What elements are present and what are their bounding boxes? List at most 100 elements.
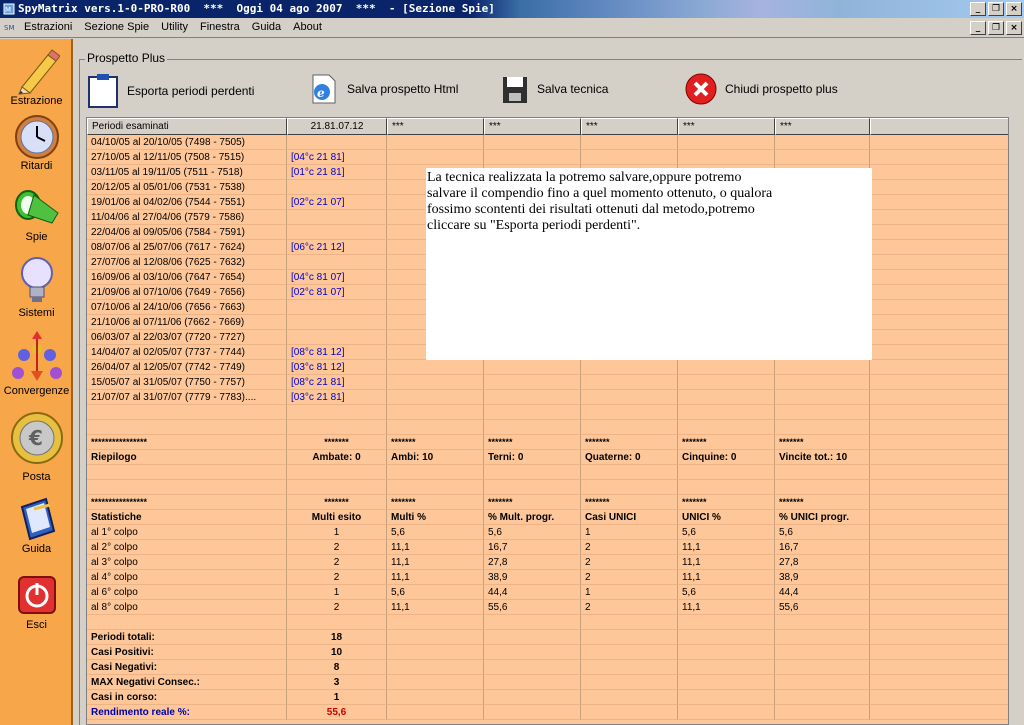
save-html-button[interactable]: e Salva prospetto Html — [309, 73, 458, 105]
save-disk-icon — [503, 77, 527, 103]
summary-row[interactable]: Casi in corso: 1 — [87, 690, 1008, 705]
table-cell — [775, 420, 870, 435]
table-cell — [87, 420, 287, 435]
blank-row[interactable] — [87, 465, 1008, 480]
table-cell: ******* — [287, 435, 387, 450]
table-cell: % UNICI progr. — [775, 510, 870, 525]
table-cell: 5,6 — [775, 525, 870, 540]
column-header-empty — [870, 118, 1008, 135]
sidebar-label-ritardi: Ritardi — [20, 160, 53, 172]
column-header[interactable]: *** — [581, 118, 678, 135]
table-cell — [484, 630, 581, 645]
column-header[interactable]: *** — [387, 118, 484, 135]
menu-guida[interactable]: Guida — [252, 21, 281, 33]
child-window-icon[interactable]: SM — [4, 21, 20, 35]
table-cell — [775, 630, 870, 645]
column-header[interactable]: 21.81.07.12 — [287, 118, 387, 135]
separator-row[interactable]: **************** ******* ******* ******* ***… — [87, 495, 1008, 510]
table-cell — [678, 135, 775, 150]
summary-row[interactable]: Casi Negativi: 8 — [87, 660, 1008, 675]
blank-row[interactable] — [87, 405, 1008, 420]
stats-row[interactable]: al 1° colpo 1 5,6 5,6 1 5,6 5,6 — [87, 525, 1008, 540]
table-cell: [03°c 81 12] — [287, 360, 387, 375]
close-prospect-button[interactable]: Chiudi prospetto plus — [685, 73, 838, 105]
stats-header-row[interactable]: Statistiche Multi esito Multi %% Mult. pro… — [87, 510, 1008, 525]
sidebar-item-spie[interactable]: Spie — [0, 187, 73, 243]
table-cell: 10 — [287, 645, 387, 660]
table-cell — [581, 420, 678, 435]
menu-finestra[interactable]: Finestra — [200, 21, 240, 33]
stats-row[interactable]: al 6° colpo 1 5,6 44,4 1 5,6 44,4 — [87, 585, 1008, 600]
blank-row[interactable] — [87, 615, 1008, 630]
group-title: Prospetto Plus — [85, 51, 168, 65]
menu-utility[interactable]: Utility — [161, 21, 188, 33]
period-row[interactable]: 21/07/07 al 31/07/07 (7779 - 7783).... [0… — [87, 390, 1008, 405]
summary-row[interactable]: Periodi totali: 18 — [87, 630, 1008, 645]
table-cell: 2 — [581, 540, 678, 555]
column-header[interactable]: Periodi esaminati — [87, 118, 287, 135]
child-minimize-button[interactable]: _ — [970, 21, 986, 35]
stats-row[interactable]: al 3° colpo 2 11,1 27,8 2 11,1 27,8 — [87, 555, 1008, 570]
table-cell: 16,7 — [484, 540, 581, 555]
table-cell — [870, 630, 1008, 645]
blank-row[interactable] — [87, 420, 1008, 435]
table-cell — [484, 675, 581, 690]
sidebar-item-posta[interactable]: € Posta — [0, 411, 73, 483]
table-cell: 1 — [581, 525, 678, 540]
table-cell — [870, 675, 1008, 690]
column-header[interactable]: *** — [678, 118, 775, 135]
table-cell: Riepilogo — [87, 450, 287, 465]
stats-row[interactable]: al 8° colpo 2 11,1 55,6 2 11,1 55,6 — [87, 600, 1008, 615]
table-cell — [678, 150, 775, 165]
separator-row[interactable]: **************** ******* ******* ******* ***… — [87, 435, 1008, 450]
stats-row[interactable]: al 4° colpo 2 11,1 38,9 2 11,1 38,9 — [87, 570, 1008, 585]
export-lost-periods-button[interactable]: Esporta periodi perdenti — [87, 73, 254, 109]
summary-row[interactable]: MAX Negativi Consec.: 3 — [87, 675, 1008, 690]
period-row[interactable]: 15/05/07 al 31/05/07 (7750 - 7757) [08°c … — [87, 375, 1008, 390]
table-cell: 8 — [287, 660, 387, 675]
table-cell: 3 — [287, 675, 387, 690]
blank-row[interactable] — [87, 480, 1008, 495]
sidebar-label-esci: Esci — [26, 619, 47, 631]
period-row[interactable]: 04/10/05 al 20/10/05 (7498 - 7505) — [87, 135, 1008, 150]
table-cell — [870, 555, 1008, 570]
table-cell — [387, 390, 484, 405]
sidebar-item-guida[interactable]: Guida — [0, 495, 73, 555]
table-cell: 03/11/05 al 19/11/05 (7511 - 7518) — [87, 165, 287, 180]
sidebar-item-esci[interactable]: Esci — [0, 575, 73, 631]
sidebar-item-ritardi[interactable]: Ritardi — [0, 114, 73, 172]
note-line: La tecnica realizzata la potremo salvare… — [427, 170, 742, 185]
sidebar-item-convergenze[interactable]: Convergenze — [0, 329, 73, 397]
minimize-button[interactable]: _ — [970, 2, 986, 16]
sidebar-item-estrazione[interactable]: Estrazione — [0, 47, 73, 107]
title-bar[interactable]: M SpyMatrix vers.1-0-PRO-R00 *** Oggi 04… — [0, 0, 1024, 18]
table-cell — [775, 660, 870, 675]
column-header[interactable]: *** — [775, 118, 870, 135]
child-restore-button[interactable]: ❐ — [988, 21, 1004, 35]
table-cell: [08°c 21 81] — [287, 375, 387, 390]
table-cell — [287, 405, 387, 420]
summary-row[interactable]: Casi Positivi: 10 — [87, 645, 1008, 660]
child-close-button[interactable]: × — [1006, 21, 1022, 35]
stats-row[interactable]: al 2° colpo 2 11,1 16,7 2 11,1 16,7 — [87, 540, 1008, 555]
table-cell: [02°c 21 07] — [287, 195, 387, 210]
period-row[interactable]: 26/04/07 al 12/05/07 (7742 - 7749) [03°c … — [87, 360, 1008, 375]
svg-text:M: M — [5, 6, 11, 14]
summary-row[interactable]: Rendimento reale %: 55,6 — [87, 705, 1008, 720]
table-cell: 21/10/06 al 07/11/06 (7662 - 7669) — [87, 315, 287, 330]
save-technique-button[interactable]: Salva tecnica — [501, 73, 608, 105]
restore-button[interactable]: ❐ — [988, 2, 1004, 16]
sidebar-item-sistemi[interactable]: Sistemi — [0, 255, 73, 319]
menu-about[interactable]: About — [293, 21, 322, 33]
table-cell — [678, 420, 775, 435]
riepilogo-row[interactable]: Riepilogo Ambate: 0 Ambi: 10 Terni: 0 Quater… — [87, 450, 1008, 465]
table-cell: ******* — [484, 495, 581, 510]
menu-sezione-spie[interactable]: Sezione Spie — [84, 21, 149, 33]
period-row[interactable]: 27/10/05 al 12/11/05 (7508 - 7515) [04°c … — [87, 150, 1008, 165]
menu-estrazioni[interactable]: Estrazioni — [24, 21, 72, 33]
table-cell — [775, 375, 870, 390]
table-cell — [870, 525, 1008, 540]
close-button[interactable]: × — [1006, 2, 1022, 16]
table-cell — [870, 420, 1008, 435]
column-header[interactable]: *** — [484, 118, 581, 135]
